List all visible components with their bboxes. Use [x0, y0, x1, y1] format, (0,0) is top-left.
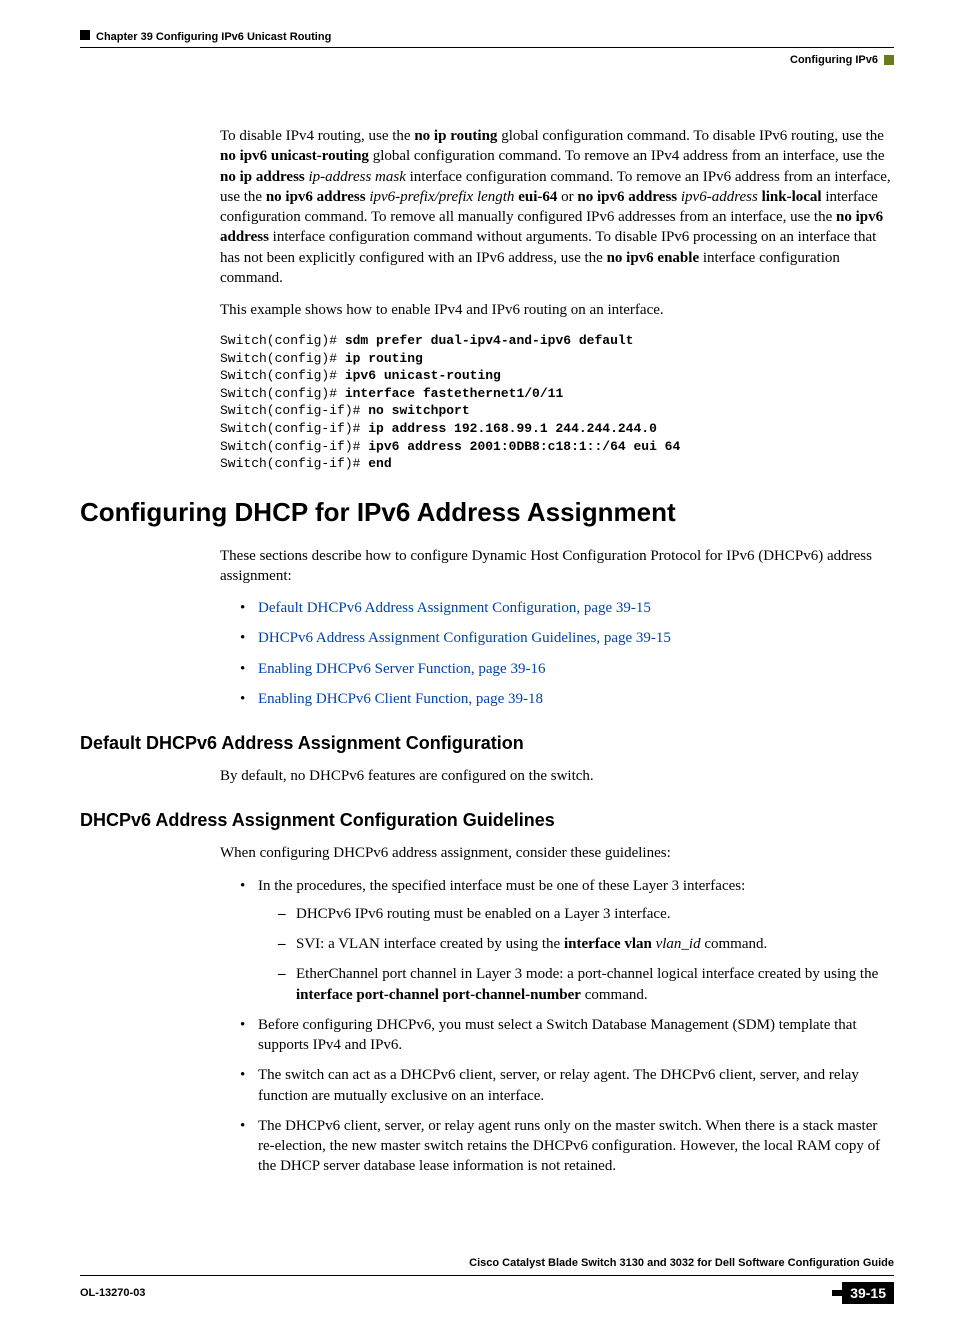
cross-reference-link[interactable]: Enabling DHCPv6 Client Function, page 39…: [258, 691, 543, 707]
section-link-item: Enabling DHCPv6 Client Function, page 39…: [240, 689, 894, 709]
cli-line: Switch(config)# ip routing: [220, 350, 894, 368]
section1-links: Default DHCPv6 Address Assignment Config…: [240, 598, 894, 709]
guideline-item-1: In the procedures, the specified interfa…: [240, 876, 894, 1005]
cross-reference-link[interactable]: Default DHCPv6 Address Assignment Config…: [258, 600, 651, 616]
section-link-item: DHCPv6 Address Assignment Configuration …: [240, 628, 894, 648]
page-header: Chapter 39 Configuring IPv6 Unicast Rout…: [80, 30, 894, 66]
subsection-heading-default: Default DHCPv6 Address Assignment Config…: [80, 733, 894, 754]
chapter-text: Chapter 39 Configuring IPv6 Unicast Rout…: [96, 31, 331, 43]
section-link-item: Enabling DHCPv6 Server Function, page 39…: [240, 659, 894, 679]
intro-paragraph-2: This example shows how to enable IPv4 an…: [220, 300, 894, 320]
section-link-item: Default DHCPv6 Address Assignment Config…: [240, 598, 894, 618]
cli-example: Switch(config)# sdm prefer dual-ipv4-and…: [220, 332, 894, 472]
cli-line: Switch(config-if)# ip address 192.168.99…: [220, 420, 894, 438]
section-text: Configuring IPv6: [790, 54, 878, 66]
body-content: To disable IPv4 routing, use the no ip r…: [220, 126, 894, 473]
sub1-para: By default, no DHCPv6 features are confi…: [220, 766, 894, 786]
guideline-item-2: Before configuring DHCPv6, you must sele…: [240, 1015, 894, 1056]
guideline-1-sublist: DHCPv6 IPv6 routing must be enabled on a…: [278, 904, 894, 1005]
footer-bar-icon: [832, 1290, 842, 1296]
cli-line: Switch(config)# interface fastethernet1/…: [220, 385, 894, 403]
guideline-1-text: In the procedures, the specified interfa…: [258, 878, 745, 894]
cli-line: Switch(config)# ipv6 unicast-routing: [220, 367, 894, 385]
sub2-intro: When configuring DHCPv6 address assignme…: [220, 843, 894, 863]
guideline-sub-item: EtherChannel port channel in Layer 3 mod…: [278, 964, 894, 1005]
section-heading-dhcp: Configuring DHCP for IPv6 Address Assign…: [80, 497, 894, 528]
page-footer: Cisco Catalyst Blade Switch 3130 and 303…: [80, 1257, 894, 1304]
cli-line: Switch(config-if)# end: [220, 455, 894, 473]
sub1-body: By default, no DHCPv6 features are confi…: [220, 766, 894, 786]
subsection-heading-guidelines: DHCPv6 Address Assignment Configuration …: [80, 810, 894, 831]
guidelines-list: In the procedures, the specified interfa…: [240, 876, 894, 1177]
cli-line: Switch(config-if)# no switchport: [220, 402, 894, 420]
cli-line: Switch(config)# sdm prefer dual-ipv4-and…: [220, 332, 894, 350]
cli-line: Switch(config-if)# ipv6 address 2001:0DB…: [220, 438, 894, 456]
header-right-marker-icon: [884, 55, 894, 65]
section1-body: These sections describe how to configure…: [220, 546, 894, 710]
cross-reference-link[interactable]: Enabling DHCPv6 Server Function, page 39…: [258, 661, 545, 677]
footer-doc-number: OL-13270-03: [80, 1287, 145, 1299]
page-number: 39-15: [842, 1282, 894, 1304]
cross-reference-link[interactable]: DHCPv6 Address Assignment Configuration …: [258, 630, 671, 646]
guideline-sub-item: DHCPv6 IPv6 routing must be enabled on a…: [278, 904, 894, 924]
sub2-body: When configuring DHCPv6 address assignme…: [220, 843, 894, 1176]
guideline-item-4: The DHCPv6 client, server, or relay agen…: [240, 1116, 894, 1177]
guideline-sub-item: SVI: a VLAN interface created by using t…: [278, 934, 894, 954]
chapter-label: Chapter 39 Configuring IPv6 Unicast Rout…: [80, 30, 331, 43]
header-left-marker-icon: [80, 30, 90, 40]
section-label: Configuring IPv6: [790, 54, 894, 66]
section1-intro: These sections describe how to configure…: [220, 546, 894, 587]
guideline-item-3: The switch can act as a DHCPv6 client, s…: [240, 1065, 894, 1106]
footer-guide-title: Cisco Catalyst Blade Switch 3130 and 303…: [80, 1257, 894, 1269]
intro-paragraph-1: To disable IPv4 routing, use the no ip r…: [220, 126, 894, 288]
